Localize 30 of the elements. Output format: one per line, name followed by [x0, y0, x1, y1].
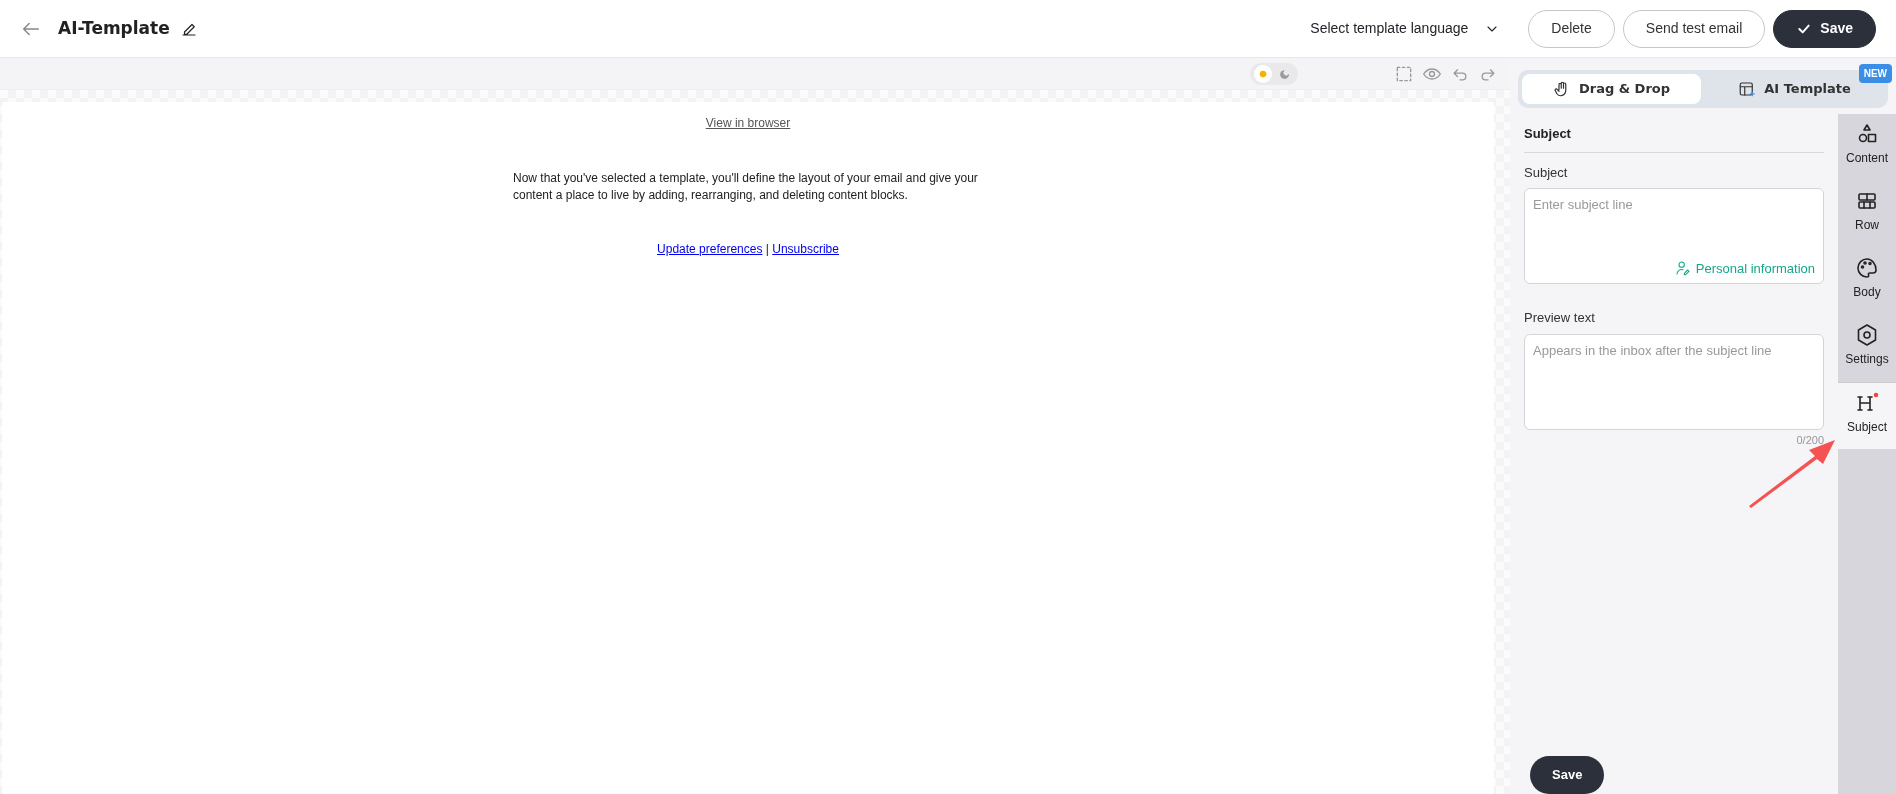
settings-icon [1855, 323, 1879, 347]
footer-link[interactable]: Unsubscribe [772, 241, 839, 256]
sidebar-tab[interactable]: Settings [1838, 315, 1896, 382]
header-button[interactable]: Send test email [1622, 9, 1766, 48]
view-in-browser-link[interactable]: View in browser [705, 116, 791, 130]
sidebar-tab[interactable]: Subject [1838, 382, 1896, 449]
mode-tab[interactable]: Drag & Drop [1522, 74, 1701, 104]
template-title: AI-Template [58, 16, 170, 40]
character-counter: 0/200 [1795, 432, 1824, 448]
sidebar-tab[interactable]: Body [1838, 248, 1896, 315]
sidebar-tab[interactable]: Row [1838, 181, 1896, 248]
email-body-text: Now that you've selected a template, you'll define the layout of your email and give your content a place to live by adding, rearranging, and deleting content blocks. [513, 170, 979, 204]
person-edit-icon [1674, 260, 1691, 277]
field-label: Preview text [1524, 309, 1596, 327]
header-button[interactable]: Delete [1528, 9, 1615, 48]
field-label: Subject [1524, 163, 1569, 182]
link-separator: | [764, 241, 770, 256]
template-icon [1738, 80, 1757, 98]
palette-icon [1855, 256, 1879, 280]
save-button[interactable]: Save [1530, 756, 1605, 794]
sidebar-tab[interactable]: Content [1838, 114, 1896, 181]
save-button[interactable]: Save [1773, 9, 1876, 48]
sun-icon[interactable] [1257, 67, 1269, 80]
footer-link[interactable]: Update preferences [657, 241, 763, 256]
preview-text-field[interactable]: Appears in the inbox after the subject line [1524, 333, 1824, 430]
language-select[interactable]: Select template language [1298, 12, 1513, 45]
panel-heading: Subject [1524, 124, 1824, 153]
theme-toggle[interactable] [1250, 62, 1298, 85]
moon-icon[interactable] [1279, 67, 1291, 80]
new-badge: NEW [1858, 64, 1892, 83]
